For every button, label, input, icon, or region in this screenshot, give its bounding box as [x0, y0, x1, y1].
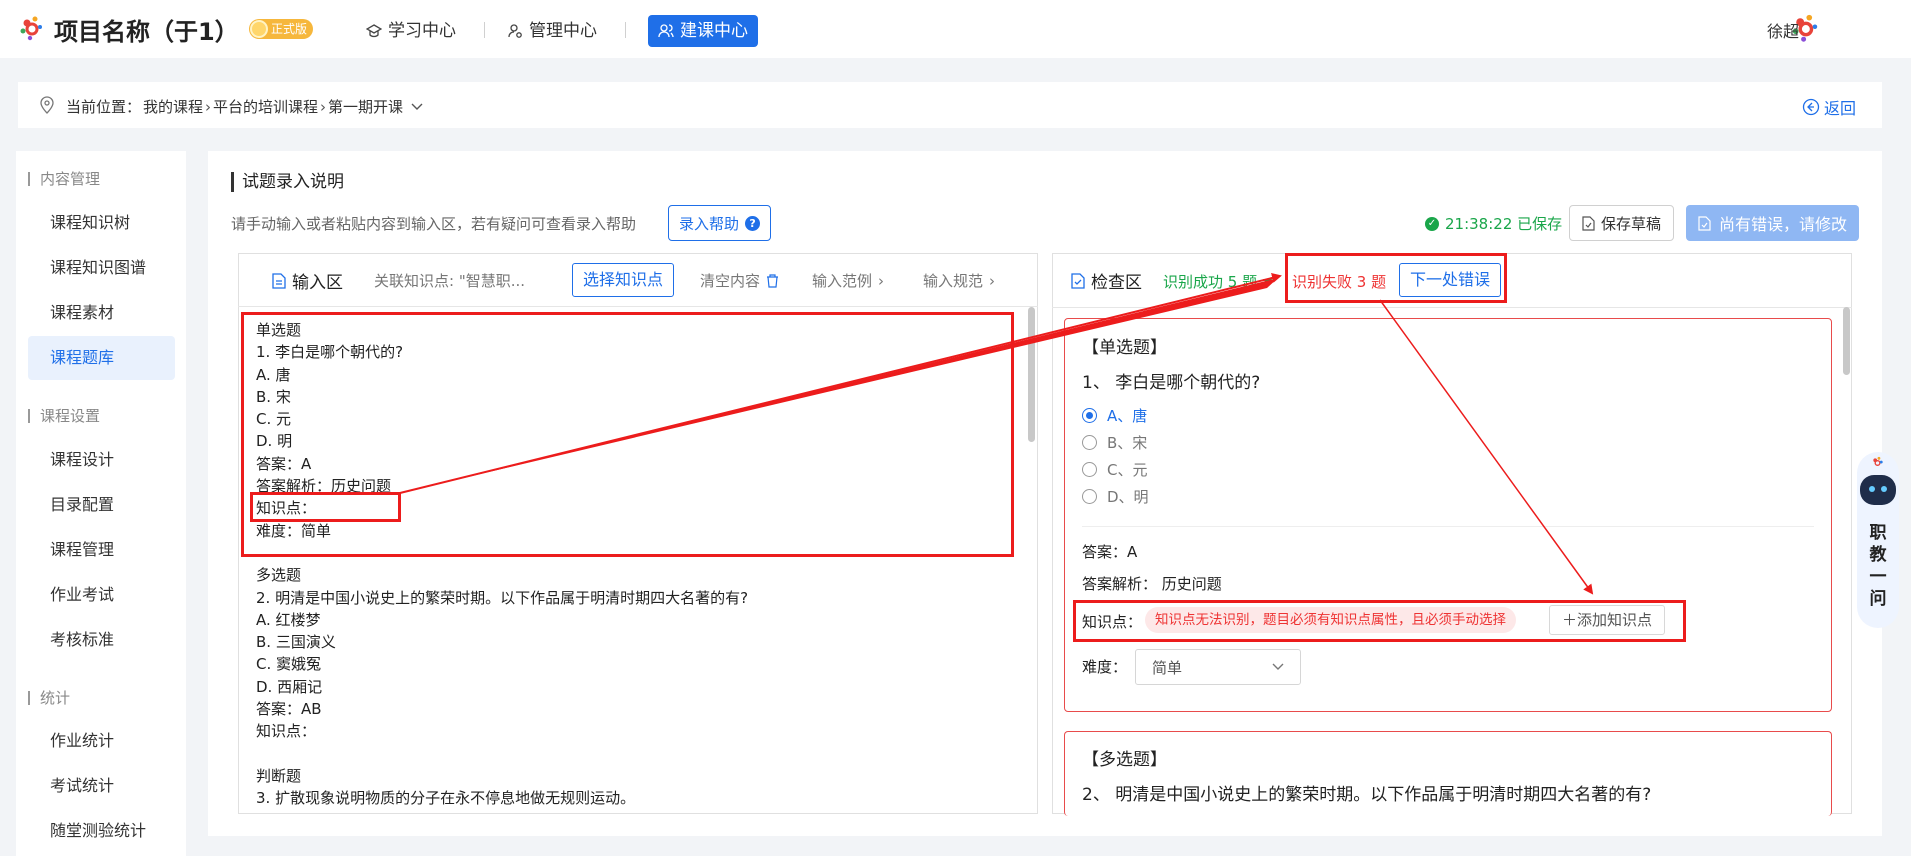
annotation-arrows: [399, 273, 1594, 595]
logo-icon: [1871, 456, 1885, 470]
annotation-arrow: [399, 273, 1282, 494]
assistant-label: 职教一问: [1869, 523, 1887, 609]
annotation-arrow: [1379, 299, 1594, 595]
robot-icon: [1860, 475, 1896, 505]
